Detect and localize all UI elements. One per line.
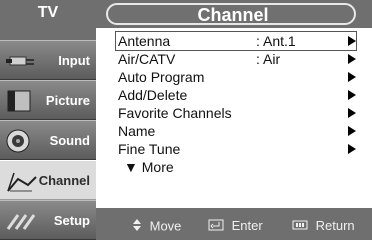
menu-item-value: : Air	[256, 51, 281, 67]
speaker-icon	[4, 127, 38, 155]
sidebar-item-label: Picture	[45, 93, 90, 108]
right-arrow-icon	[348, 108, 356, 118]
footer: Move Enter Return	[96, 208, 372, 240]
menu-item-fine-tune[interactable]: Fine Tune	[116, 140, 356, 158]
menu-item-label: Add/Delete	[118, 87, 188, 103]
return-icon	[292, 219, 308, 235]
sidebar-item-picture[interactable]: Picture	[0, 80, 96, 120]
footer-return: Return	[292, 218, 355, 234]
sidebar-item-channel[interactable]: Channel	[0, 160, 96, 200]
right-arrow-icon	[348, 72, 356, 82]
tv-menu-screen: TV Input Picture Sound Channel Setup Cha…	[0, 0, 372, 240]
menu-list: Antenna : Ant.1 Air/CATV : Air Auto Prog…	[96, 28, 372, 208]
menu-item-antenna[interactable]: Antenna : Ant.1	[115, 31, 357, 51]
menu-item-auto-program[interactable]: Auto Program	[116, 68, 356, 86]
move-arrows-icon	[132, 218, 142, 236]
sidebar-item-sound[interactable]: Sound	[0, 120, 96, 160]
menu-item-value: : Ant.1	[256, 33, 296, 49]
sidebar-title: TV	[37, 4, 59, 21]
main-panel: Channel Antenna : Ant.1 Air/CATV : Air A…	[96, 0, 372, 240]
menu-item-add-delete[interactable]: Add/Delete	[116, 86, 356, 104]
menu-item-label: ▼ More	[124, 159, 174, 175]
menu-item-label: Favorite Channels	[118, 105, 232, 121]
header: Channel	[96, 0, 372, 28]
right-arrow-icon	[348, 36, 356, 46]
title-pill: Channel	[106, 3, 356, 25]
input-plug-icon	[4, 47, 38, 75]
sidebar-item-label: Setup	[53, 213, 90, 228]
menu-item-label: Air/CATV	[118, 51, 176, 67]
page-title: Channel	[197, 5, 269, 25]
menu-item-more[interactable]: ▼ More	[116, 158, 356, 176]
menu-item-air-catv[interactable]: Air/CATV : Air	[116, 50, 356, 68]
sidebar-item-input[interactable]: Input	[0, 40, 96, 80]
menu-item-favorite-channels[interactable]: Favorite Channels	[116, 104, 356, 122]
right-arrow-icon	[348, 54, 356, 64]
picture-icon	[4, 87, 38, 115]
menu-item-label: Fine Tune	[118, 141, 181, 157]
menu-item-label: Auto Program	[118, 69, 205, 85]
sidebar-item-label: Channel	[38, 173, 90, 188]
enter-icon	[208, 219, 224, 235]
footer-enter: Enter	[208, 218, 263, 234]
setup-tools-icon	[4, 207, 38, 235]
sidebar-item-label: Sound	[49, 133, 90, 148]
right-arrow-icon	[348, 144, 356, 154]
sidebar: TV Input Picture Sound Channel Setup	[0, 0, 96, 240]
footer-enter-label: Enter	[231, 218, 263, 233]
menu-item-label: Antenna	[118, 33, 171, 49]
channel-antenna-icon	[4, 167, 38, 195]
menu-item-label: Name	[118, 123, 156, 139]
footer-move-label: Move	[149, 218, 182, 234]
footer-move: Move	[132, 218, 181, 234]
sidebar-item-setup[interactable]: Setup	[0, 200, 96, 240]
sidebar-item-label: Input	[58, 53, 90, 68]
right-arrow-icon	[348, 90, 356, 100]
right-arrow-icon	[348, 126, 356, 136]
footer-return-label: Return	[315, 218, 355, 233]
menu-item-name[interactable]: Name	[116, 122, 356, 140]
